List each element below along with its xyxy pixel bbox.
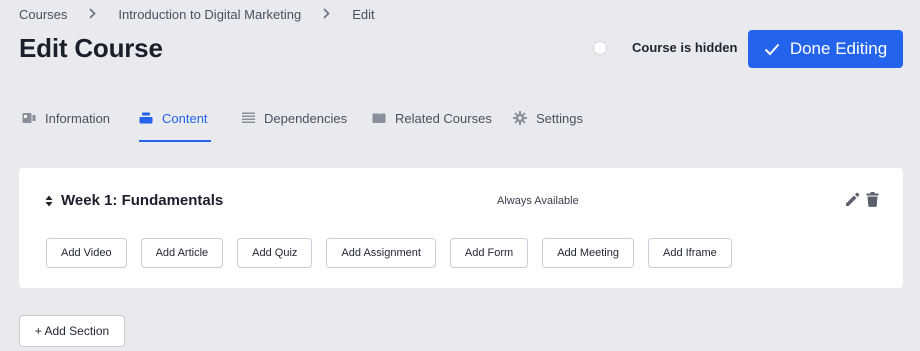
done-editing-label: Done Editing — [789, 39, 888, 58]
page-title: Edit Course — [19, 33, 163, 63]
toggle-knob[interactable] — [594, 41, 606, 54]
tab-label: Settings — [536, 111, 583, 126]
tab-content[interactable]: Content — [139, 102, 211, 142]
tab-settings[interactable]: Settings — [513, 102, 583, 142]
tab-label: Information — [45, 111, 111, 126]
breadcrumb-course[interactable]: Introduction to Digital Marketing — [118, 7, 301, 22]
gear-icon — [513, 111, 527, 125]
tab-label: Dependencies — [264, 111, 348, 126]
list-icon — [241, 111, 255, 125]
section-header: Week 1: Fundamentals — [45, 192, 223, 209]
id-card-icon — [22, 111, 36, 125]
tab-label: Related Courses — [395, 111, 492, 126]
layers-icon — [139, 111, 153, 125]
add-article-button[interactable]: Add Article — [140, 238, 224, 268]
course-tabs: Information Content Dependencies Related… — [0, 102, 920, 142]
course-visibility-toggle[interactable]: Course is hidden — [594, 40, 737, 55]
tab-related-courses[interactable]: Related Courses — [372, 102, 492, 142]
visibility-label: Course is hidden — [632, 40, 738, 55]
book-icon — [372, 111, 386, 125]
chevron-right-icon — [89, 7, 97, 22]
add-meeting-button[interactable]: Add Meeting — [542, 238, 634, 268]
add-content-buttons: Add Video Add Article Add Quiz Add Assig… — [46, 238, 732, 268]
breadcrumb: Courses Introduction to Digital Marketin… — [19, 7, 375, 22]
breadcrumb-courses[interactable]: Courses — [19, 7, 67, 22]
tab-information[interactable]: Information — [22, 102, 110, 142]
add-form-button[interactable]: Add Form — [449, 238, 529, 268]
section-actions — [845, 192, 879, 207]
availability-status: Always Available — [497, 195, 579, 207]
add-section-button[interactable]: + Add Section — [19, 315, 125, 347]
add-video-button[interactable]: Add Video — [46, 238, 127, 268]
pencil-icon[interactable] — [845, 192, 860, 207]
breadcrumb-current: Edit — [352, 7, 375, 22]
done-editing-button[interactable]: Done Editing — [748, 30, 903, 68]
add-quiz-button[interactable]: Add Quiz — [237, 238, 313, 268]
sort-handle-icon[interactable] — [45, 195, 53, 207]
check-icon — [764, 43, 780, 55]
tab-dependencies[interactable]: Dependencies — [241, 102, 347, 142]
section-card: Week 1: Fundamentals Always Available Ad… — [19, 168, 903, 288]
tab-label: Content — [162, 111, 208, 126]
trash-icon[interactable] — [866, 192, 879, 207]
add-assignment-button[interactable]: Add Assignment — [326, 238, 436, 268]
add-iframe-button[interactable]: Add Iframe — [647, 238, 732, 268]
section-title: Week 1: Fundamentals — [61, 192, 224, 209]
chevron-right-icon — [323, 7, 330, 22]
